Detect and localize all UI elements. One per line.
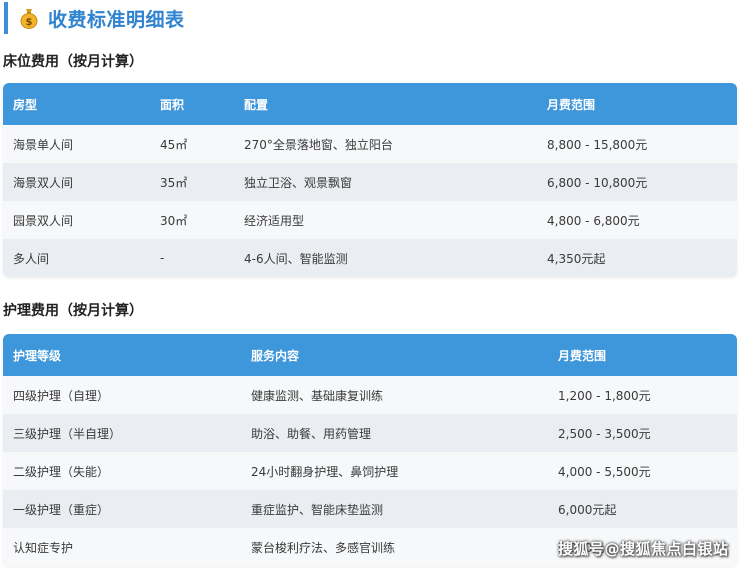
- table-row: 一级护理（重症） 重症监护、智能床垫监测 6,000元起: [3, 490, 737, 528]
- care-fee-table: 护理等级 服务内容 月费范围 四级护理（自理） 健康监测、基础康复训练 1,20…: [3, 334, 737, 566]
- column-header-area: 面积: [160, 97, 185, 112]
- watermark: 搜狐号@搜狐焦点白银站: [558, 540, 729, 558]
- room-type-cell: 多人间: [13, 251, 50, 266]
- configuration-cell: 4-6人间、智能监测: [244, 251, 348, 266]
- svg-text:$: $: [26, 17, 33, 28]
- service-content-cell: 重症监护、智能床垫监测: [251, 502, 384, 517]
- care-level-cell: 一级护理（重症）: [13, 502, 110, 517]
- monthly-fee-cell: 4,800 - 6,800元: [547, 213, 640, 228]
- room-type-cell: 海景双人间: [13, 175, 74, 190]
- page-header: $ 收费标准明细表: [0, 2, 185, 34]
- monthly-fee-cell: 4,350元起: [547, 251, 606, 266]
- bed-fee-table: 房型 面积 配置 月费范围 海景单人间 45㎡ 270°全景落地窗、独立阳台 8…: [3, 83, 737, 277]
- room-type-cell: 园景双人间: [13, 213, 74, 228]
- column-header-room-type: 房型: [13, 97, 38, 112]
- column-header-service-content: 服务内容: [251, 348, 300, 363]
- table-row: 园景双人间 30㎡ 经济适用型 4,800 - 6,800元: [3, 201, 737, 239]
- monthly-fee-cell: 6,000元起: [558, 502, 617, 517]
- service-content-cell: 助浴、助餐、用药管理: [251, 426, 372, 441]
- configuration-cell: 独立卫浴、观景飘窗: [244, 175, 353, 190]
- area-cell: 30㎡: [160, 213, 188, 228]
- monthly-fee-cell: 6,800 - 10,800元: [547, 175, 648, 190]
- service-content-cell: 24小时翻身护理、鼻饲护理: [251, 464, 399, 479]
- configuration-cell: 270°全景落地窗、独立阳台: [244, 137, 393, 152]
- care-level-cell: 认知症专护: [13, 540, 74, 555]
- table-row: 海景单人间 45㎡ 270°全景落地窗、独立阳台 8,800 - 15,800元: [3, 125, 737, 163]
- table-row: 三级护理（半自理） 助浴、助餐、用药管理 2,500 - 3,500元: [3, 414, 737, 452]
- table-row: 四级护理（自理） 健康监测、基础康复训练 1,200 - 1,800元: [3, 376, 737, 414]
- page-title: 收费标准明细表: [48, 8, 185, 31]
- room-type-cell: 海景单人间: [13, 137, 74, 152]
- monthly-fee-cell: 4,000 - 5,500元: [558, 464, 651, 479]
- monthly-fee-cell: 1,200 - 1,800元: [558, 388, 651, 403]
- care-section-heading: 护理费用（按月计算）: [3, 303, 143, 319]
- monthly-fee-cell: 8,800 - 15,800元: [547, 137, 648, 152]
- care-level-cell: 三级护理（半自理）: [13, 426, 122, 441]
- area-cell: 45㎡: [160, 137, 188, 152]
- column-header-monthly-fee: 月费范围: [558, 348, 607, 363]
- table-row: 二级护理（失能） 24小时翻身护理、鼻饲护理 4,000 - 5,500元: [3, 452, 737, 490]
- column-header-monthly-fee: 月费范围: [547, 97, 596, 112]
- area-cell: -: [160, 251, 165, 265]
- care-table-header: 护理等级 服务内容 月费范围: [3, 334, 737, 376]
- service-content-cell: 蒙台梭利疗法、多感官训练: [251, 540, 396, 555]
- area-cell: 35㎡: [160, 175, 188, 190]
- title-accent-bar: [4, 2, 8, 34]
- bed-section-heading: 床位费用（按月计算）: [3, 54, 143, 70]
- monthly-fee-cell: 2,500 - 3,500元: [558, 426, 651, 441]
- money-bag-icon: $: [18, 7, 40, 29]
- table-row: 海景双人间 35㎡ 独立卫浴、观景飘窗 6,800 - 10,800元: [3, 163, 737, 201]
- care-level-cell: 二级护理（失能）: [13, 464, 110, 479]
- service-content-cell: 健康监测、基础康复训练: [251, 388, 384, 403]
- configuration-cell: 经济适用型: [244, 213, 305, 228]
- table-row: 多人间 - 4-6人间、智能监测 4,350元起: [3, 239, 737, 277]
- column-header-care-level: 护理等级: [13, 348, 62, 363]
- care-level-cell: 四级护理（自理）: [13, 388, 110, 403]
- bed-table-header: 房型 面积 配置 月费范围: [3, 83, 737, 125]
- column-header-configuration: 配置: [244, 97, 269, 112]
